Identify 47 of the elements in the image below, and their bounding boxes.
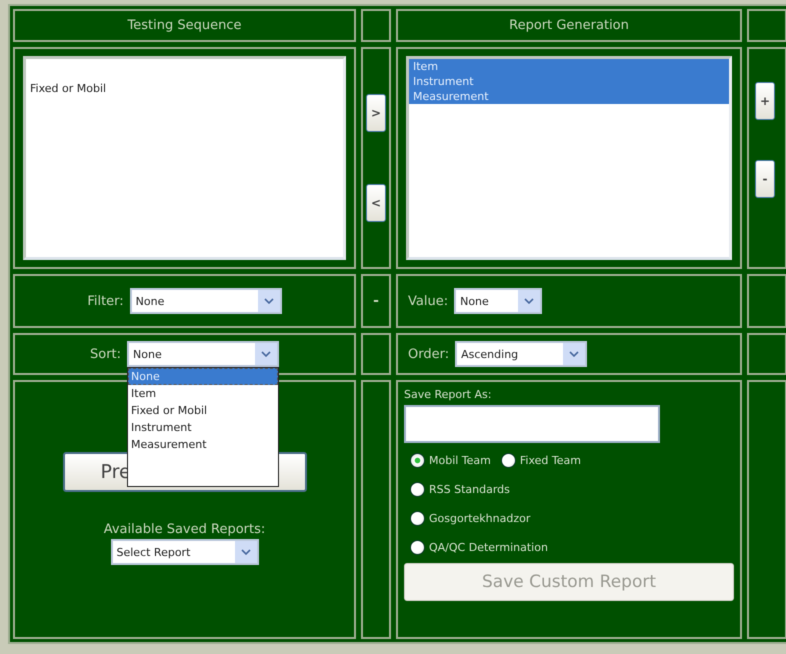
radio-button[interactable] — [410, 482, 425, 497]
radio-label: Fixed Team — [520, 454, 581, 467]
value-label: Value: — [408, 294, 448, 308]
filter-label: Filter: — [87, 294, 124, 308]
move-button[interactable]: > — [366, 94, 386, 132]
radio-button[interactable] — [500, 453, 516, 468]
list-item[interactable]: Item — [409, 59, 729, 74]
separator-text: - — [373, 293, 379, 309]
menu-item[interactable]: Item — [128, 385, 278, 402]
radio-button[interactable] — [410, 540, 425, 555]
saved-reports-label: Available Saved Reports: — [104, 522, 266, 537]
table-cell — [361, 333, 391, 375]
order-dropdown[interactable]: Ascending — [455, 341, 588, 367]
radio-button[interactable] — [410, 453, 425, 468]
sort-label: Sort: — [90, 346, 122, 362]
column-header: Testing Sequence — [13, 9, 356, 42]
filter-dropdown[interactable]: None — [130, 288, 282, 314]
list-box[interactable]: Fixed or Mobil — [23, 56, 346, 260]
table-cell — [361, 9, 391, 42]
menu-item[interactable]: Instrument — [128, 419, 278, 436]
radio-label: Mobil Team — [429, 454, 491, 467]
chevron-icon — [234, 541, 256, 563]
list-item[interactable]: Measurement — [409, 89, 729, 104]
order-label: Order: — [408, 346, 450, 362]
radio-label: QA/QC Determination — [429, 541, 548, 554]
chevron-icon — [518, 290, 540, 312]
chevron-icon — [563, 343, 586, 365]
list-box[interactable]: Item Instrument Measurement — [406, 56, 732, 260]
menu-item[interactable]: Measurement — [128, 436, 278, 453]
list-item[interactable]: Instrument — [409, 74, 729, 89]
save-report-label: Save Report As: — [404, 388, 492, 401]
saved-reports-dropdown[interactable]: Select Report — [110, 539, 258, 565]
radio-button[interactable] — [410, 511, 425, 526]
move-button[interactable]: < — [366, 184, 386, 222]
radio-label: RSS Standards — [429, 483, 510, 496]
report-name-field[interactable] — [404, 405, 660, 443]
sort-dropdown[interactable]: None — [127, 341, 280, 367]
reorder-button[interactable]: + — [755, 82, 775, 120]
menu-item[interactable]: Fixed or Mobil — [128, 402, 278, 419]
menu-item[interactable]: None — [128, 368, 278, 385]
radio-label: Gosgortekhnadzor — [429, 512, 530, 525]
column-header: Report Generation — [396, 9, 742, 42]
value-dropdown[interactable]: None — [454, 288, 542, 314]
reorder-button[interactable]: - — [755, 160, 775, 198]
list-item[interactable]: Fixed or Mobil — [26, 81, 343, 96]
chevron-icon — [258, 290, 280, 312]
chevron-icon — [255, 343, 278, 365]
